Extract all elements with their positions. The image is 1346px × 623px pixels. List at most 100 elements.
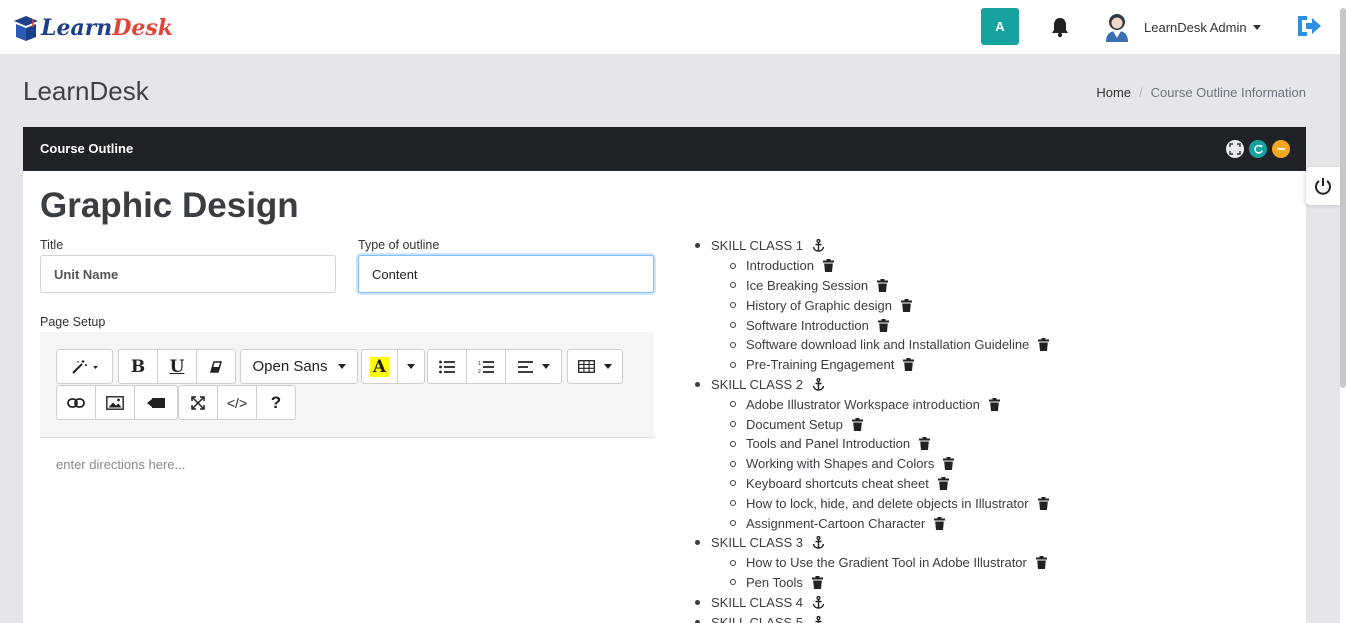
outline-item-label[interactable]: Keyboard shortcuts cheat sheet [746, 476, 929, 491]
card-tools [1226, 140, 1290, 158]
bell-icon[interactable] [1050, 16, 1070, 38]
outline-item-label[interactable]: Tools and Panel Introduction [746, 436, 910, 451]
bullet-circle [730, 480, 736, 487]
align-dropdown[interactable] [506, 350, 561, 383]
highlight-a-label: A [369, 356, 390, 377]
outline-class-row: SKILL CLASS 2 [695, 375, 1049, 395]
highlight-color-button[interactable]: A [362, 350, 398, 383]
fullscreen-button[interactable] [179, 386, 218, 419]
help-button[interactable]: ? [257, 386, 295, 419]
outline-class-label[interactable]: SKILL CLASS 5 [711, 615, 803, 623]
outline-item-label[interactable]: Adobe Illustrator Workspace introduction [746, 397, 980, 412]
outline-item-label[interactable]: Software download link and Installation … [746, 337, 1029, 352]
breadcrumb-home-link[interactable]: Home [1096, 85, 1131, 100]
outline-item-label[interactable]: Ice Breaking Session [746, 278, 868, 293]
outline-item-row: Software download link and Installation … [695, 335, 1050, 355]
bold-button[interactable]: B [119, 350, 158, 383]
trash-icon[interactable] [937, 476, 949, 490]
user-initial-button[interactable]: A [981, 8, 1019, 45]
outline-item-label[interactable]: Assignment-Cartoon Character [746, 516, 925, 531]
trash-icon[interactable] [851, 417, 863, 431]
trash-icon[interactable] [988, 397, 1000, 411]
color-dropdown[interactable] [398, 350, 424, 383]
anchor-icon[interactable] [812, 239, 825, 253]
outline-class-row: SKILL CLASS 3 [695, 533, 1049, 553]
outline-item-row: Software Introduction [695, 315, 1049, 335]
outline-item-label[interactable]: How to lock, hide, and delete objects in… [746, 496, 1029, 511]
clear-format-button[interactable] [197, 350, 235, 383]
expand-icon[interactable] [1226, 140, 1244, 158]
table-dropdown[interactable] [568, 350, 622, 383]
insert-video-button[interactable] [135, 386, 177, 419]
learndesk-logo[interactable]: LearnDesk [13, 10, 173, 46]
align-left-icon [517, 360, 533, 373]
insert-link-button[interactable] [57, 386, 96, 419]
breadcrumb-separator: / [1139, 85, 1143, 100]
numbered-list-icon: 1 2 [478, 361, 494, 374]
trash-icon[interactable] [877, 278, 889, 292]
bullet-circle [730, 500, 736, 507]
outline-item-label[interactable]: Pen Tools [746, 575, 803, 590]
magic-style-dropdown[interactable] [57, 350, 112, 383]
bullet-circle [730, 401, 736, 408]
outline-item-label[interactable]: History of Graphic design [746, 298, 892, 313]
trash-icon[interactable] [934, 516, 946, 530]
anchor-icon[interactable] [812, 615, 825, 623]
minimize-icon[interactable] [1272, 140, 1290, 158]
logout-icon[interactable] [1295, 12, 1323, 40]
bullet-list-icon [439, 360, 455, 373]
outline-class-label[interactable]: SKILL CLASS 1 [711, 238, 803, 253]
outline-item-label[interactable]: Introduction [746, 258, 814, 273]
card-header: Course Outline [23, 127, 1306, 171]
anchor-icon[interactable] [812, 536, 825, 550]
ordered-list-button[interactable]: 1 2 [467, 350, 506, 383]
type-of-outline-field[interactable]: Content [358, 255, 654, 293]
outline-class-row: SKILL CLASS 1 [695, 236, 1049, 256]
trash-icon[interactable] [900, 298, 912, 312]
trash-icon[interactable] [822, 259, 834, 273]
logo-wordmark: LearnDesk [41, 15, 174, 41]
title-input[interactable] [40, 255, 336, 293]
insert-image-button[interactable] [96, 386, 135, 419]
caret-down-icon [1252, 25, 1261, 30]
type-of-outline-label: Type of outline [358, 238, 440, 252]
outline-class-label[interactable]: SKILL CLASS 4 [711, 595, 803, 610]
misc-group: </> ? [178, 385, 296, 420]
outline-class-label[interactable]: SKILL CLASS 2 [711, 377, 803, 392]
outline-item-label[interactable]: Working with Shapes and Colors [746, 456, 934, 471]
bullet-circle [730, 282, 736, 289]
trash-icon[interactable] [811, 575, 823, 589]
caret-down-icon [337, 364, 346, 369]
eraser-icon [209, 360, 223, 373]
trash-icon[interactable] [903, 358, 915, 372]
refresh-icon[interactable] [1249, 140, 1267, 158]
trash-icon[interactable] [877, 318, 889, 332]
trash-icon[interactable] [919, 437, 931, 451]
trash-icon[interactable] [1037, 496, 1049, 510]
code-view-button[interactable]: </> [218, 386, 257, 419]
user-avatar-icon[interactable] [1104, 12, 1130, 42]
outline-item-label[interactable]: Document Setup [746, 417, 843, 432]
svg-text:2: 2 [478, 369, 481, 374]
font-family-dropdown[interactable]: Open Sans [241, 350, 357, 383]
outline-item-label[interactable]: Software Introduction [746, 318, 869, 333]
page-scrollbar-thumb[interactable] [1340, 8, 1346, 388]
caret-down-icon [407, 364, 415, 369]
outline-class-label[interactable]: SKILL CLASS 3 [711, 535, 803, 550]
user-menu[interactable]: LearnDesk Admin [1144, 20, 1261, 35]
underline-button[interactable]: U [158, 350, 197, 383]
anchor-icon[interactable] [812, 595, 825, 609]
trash-icon[interactable] [943, 457, 955, 471]
outline-item-label[interactable]: How to Use the Gradient Tool in Adobe Il… [746, 555, 1027, 570]
trash-icon[interactable] [1038, 338, 1050, 352]
outline-item-row: Introduction [695, 256, 1049, 276]
anchor-icon[interactable] [812, 377, 825, 391]
bullet-circle [730, 559, 736, 566]
outline-item-label[interactable]: Pre-Training Engagement [746, 357, 894, 372]
bullet-circle [730, 440, 736, 447]
bullet-dot [695, 540, 700, 546]
trash-icon[interactable] [1035, 556, 1047, 570]
power-button[interactable] [1306, 167, 1340, 205]
outline-item-row: Keyboard shortcuts cheat sheet [695, 474, 1049, 494]
unordered-list-button[interactable] [428, 350, 467, 383]
